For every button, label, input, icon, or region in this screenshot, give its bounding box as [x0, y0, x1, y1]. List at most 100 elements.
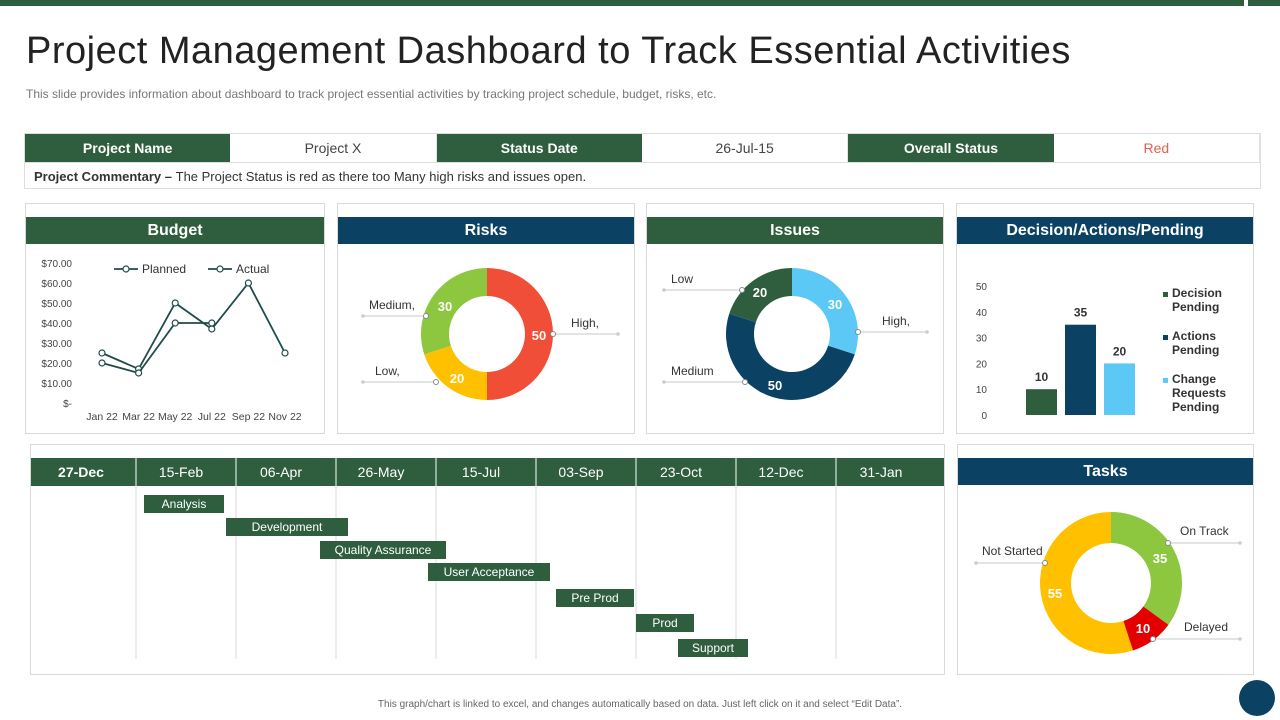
y-tick-label: $- [63, 399, 72, 410]
overall-status-label: Overall Status [848, 134, 1054, 162]
leader-end [361, 314, 365, 318]
tasks-chart[interactable]: 35 10 55 On Track Delayed Not Started [958, 445, 1253, 674]
legend-label-line: Actions [1172, 329, 1216, 343]
project-name-label: Project Name [25, 134, 231, 162]
page-title: Project Management Dashboard to Track Es… [26, 30, 1071, 72]
y-tick-label: 40 [976, 308, 988, 319]
task-bar-label: Prod [652, 616, 677, 630]
x-tick-label: Nov 22 [268, 411, 301, 423]
x-tick-label: Sep 22 [232, 411, 265, 423]
timeline-panel: 27-Dec 15-Feb 06-Apr 26-May 15-Jul 03-Sep 23-O… [30, 444, 945, 675]
slice-value-label: 35 [1153, 551, 1167, 566]
task-bar-label: Analysis [162, 497, 207, 511]
timeline-column-label: 31-Jan [860, 464, 903, 480]
data-point [281, 349, 289, 357]
bar [1065, 324, 1096, 415]
legend-label: Decision Pending [1172, 286, 1222, 314]
slice-value-label: 30 [828, 297, 842, 312]
donut-slice [792, 268, 858, 355]
project-name-value: Project X [230, 134, 437, 162]
leader-end [925, 330, 929, 334]
slice-category-label: Medium [671, 364, 714, 378]
y-tick-label: $50.00 [41, 299, 72, 310]
budget-chart[interactable]: $70.00 $60.00 $50.00 $40.00 $30.00 $20.00 $10.… [26, 204, 324, 433]
leader-dot [1150, 636, 1156, 642]
task-bar-label: Support [692, 641, 735, 655]
slice-category-label: High, [571, 316, 599, 330]
footer-note: This graph/chart is linked to excel, and… [377, 699, 903, 710]
slice-value-label: 30 [438, 299, 452, 314]
task-bar-label: Quality Assurance [335, 543, 432, 557]
issues-panel: Issues 30 50 20 High, Medium Low [646, 203, 944, 434]
bar [1104, 363, 1135, 415]
series-line-planned [101, 281, 286, 371]
slice-value-label: 20 [753, 285, 767, 300]
timeline-column-label: 26-May [358, 464, 405, 480]
top-accent-bar [0, 0, 1280, 6]
decision-panel: Decision/Actions/Pending 50 40 30 20 10 0 10 35… [956, 203, 1254, 434]
y-tick-label: $40.00 [41, 319, 72, 330]
bar [1026, 389, 1057, 415]
timeline-column-label: 03-Sep [558, 464, 603, 480]
y-tick-label: 0 [981, 411, 987, 422]
bar-value-label: 35 [1074, 306, 1088, 320]
leader-dot [855, 329, 861, 335]
slice-category-label: Low, [375, 364, 400, 378]
slice-value-label: 55 [1048, 586, 1062, 601]
risks-chart[interactable]: 50 20 30 High, Low, Medium, [338, 204, 634, 433]
leader-dot [1042, 560, 1048, 566]
page-subtitle: This slide provides information about da… [26, 87, 717, 101]
commentary-text: The Project Status is red as there too M… [175, 168, 587, 184]
data-point [134, 369, 143, 377]
legend-marker [216, 265, 224, 273]
decision-chart[interactable]: 50403020100103520Decision PendingActions P… [957, 204, 1253, 433]
data-point [208, 325, 216, 333]
legend-label-line: Change [1172, 372, 1216, 386]
data-point [98, 349, 106, 357]
donut-slice [421, 268, 487, 355]
legend-label-line: Pending [1172, 400, 1219, 414]
timeline-chart[interactable]: 27-Dec 15-Feb 06-Apr 26-May 15-Jul 03-Sep 23-O… [31, 445, 944, 674]
task-bar-label: Pre Prod [571, 591, 618, 605]
top-accent-gap [1244, 0, 1248, 6]
leader-end [1238, 637, 1242, 641]
leader-dot [739, 287, 745, 293]
x-tick-label: Jan 22 [86, 411, 118, 423]
y-tick-label: $60.00 [41, 279, 72, 290]
y-tick-label: $10.00 [41, 379, 72, 390]
slice-value-label: 50 [532, 328, 546, 343]
slice-category-label: Delayed [1184, 620, 1228, 634]
y-tick-label: $20.00 [41, 359, 72, 370]
overall-status-value: Red [1053, 134, 1260, 162]
issues-chart[interactable]: 30 50 20 High, Medium Low [647, 204, 943, 433]
legend-label: Planned [142, 262, 186, 276]
legend-label-line: Pending [1172, 343, 1219, 357]
legend-swatch [1163, 378, 1168, 383]
budget-panel: Budget $70.00 $60.00 $50.00 $40.00 $30.00 $20… [25, 203, 325, 434]
leader-end [361, 380, 365, 384]
project-info-row: Project Name Project X Status Date 26-Ju… [25, 134, 1260, 162]
data-point [171, 299, 179, 307]
data-point [244, 279, 252, 287]
leader-dot [742, 379, 748, 385]
y-tick-label: 10 [976, 385, 988, 396]
y-tick-label: $70.00 [41, 259, 72, 270]
legend-label-line: Requests [1172, 386, 1226, 400]
x-tick-label: Mar 22 [122, 411, 155, 423]
tasks-panel: Tasks 35 10 55 On Track Delayed Not Started [957, 444, 1254, 675]
legend-label: Actions Pending [1172, 329, 1219, 357]
status-date-label: Status Date [436, 134, 642, 162]
task-bar-label: User Acceptance [444, 565, 535, 579]
slice-category-label: Medium, [369, 298, 415, 312]
donut-slice [1111, 512, 1182, 625]
leader-end [974, 561, 978, 565]
timeline-column-label: 23-Oct [660, 464, 702, 480]
legend-marker [122, 265, 130, 273]
data-point [98, 359, 106, 367]
project-info-table: Project Name Project X Status Date 26-Ju… [24, 133, 1261, 189]
corner-circle-icon [1239, 680, 1275, 716]
slice-value-label: 10 [1136, 621, 1150, 636]
leader-dot [1165, 540, 1171, 546]
slice-category-label: High, [882, 314, 910, 328]
timeline-column-label: 12-Dec [758, 464, 803, 480]
